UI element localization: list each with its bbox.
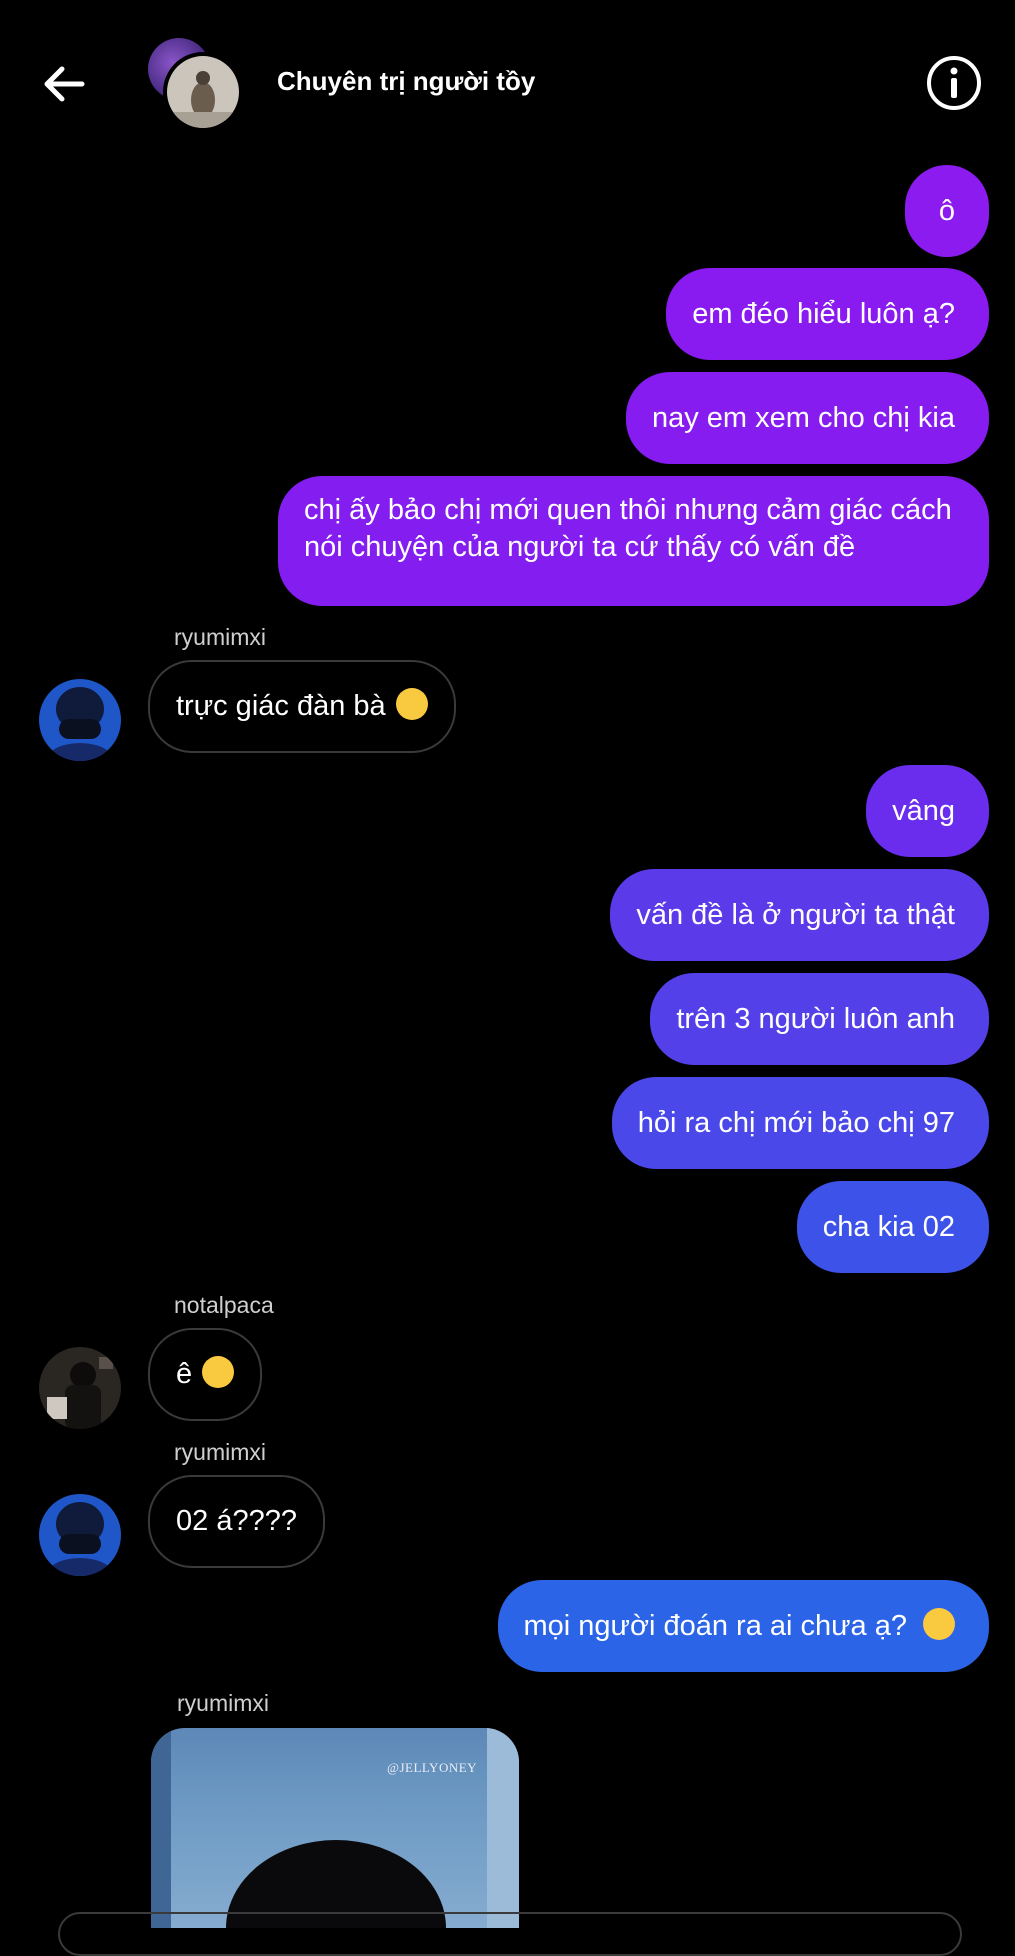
- message-text: mọi người đoán ra ai chưa ạ?: [523, 1610, 908, 1642]
- message-text: trực giác đàn bà: [176, 690, 386, 722]
- message-text: cha kia 02: [822, 1211, 955, 1243]
- sender-name: ryumimxi: [177, 1690, 269, 1716]
- message-text: hỏi ra chị mới bảo chị 97: [637, 1107, 955, 1139]
- back-arrow-icon[interactable]: [38, 58, 90, 110]
- outgoing-message[interactable]: hỏi ra chị mới bảo chị 97: [611, 1077, 989, 1169]
- message-text: vâng: [892, 795, 955, 827]
- incoming-message[interactable]: ê: [148, 1328, 263, 1421]
- message-text: trên 3 người luôn anh: [676, 1003, 955, 1035]
- chat-title[interactable]: Chuyên trị người tồy: [277, 66, 535, 97]
- outgoing-message[interactable]: vấn đề là ở người ta thật: [610, 869, 989, 961]
- outgoing-message[interactable]: mọi người đoán ra ai chưa ạ?: [497, 1580, 989, 1672]
- outgoing-message[interactable]: nay em xem cho chị kia: [625, 372, 989, 464]
- message-text: chị ấy bảo chị mới quen thôi nhưng cảm g…: [304, 494, 952, 563]
- sender-name: ryumimxi: [174, 624, 266, 650]
- message-composer[interactable]: [58, 1912, 962, 1956]
- message-text: ê: [176, 1358, 193, 1390]
- sender-name: notalpaca: [174, 1292, 274, 1318]
- sender-name: ryumimxi: [174, 1439, 266, 1465]
- sender-avatar[interactable]: [39, 1347, 121, 1429]
- message-text: vấn đề là ở người ta thật: [636, 899, 955, 931]
- sender-avatar[interactable]: [39, 1494, 121, 1576]
- info-icon[interactable]: [925, 54, 983, 112]
- outgoing-message[interactable]: chị ấy bảo chị mới quen thôi nhưng cảm g…: [278, 476, 989, 606]
- incoming-message[interactable]: 02 á????: [148, 1475, 325, 1568]
- shared-photo[interactable]: @JELLYONEY: [151, 1728, 519, 1928]
- tired-face-icon: [202, 1356, 235, 1388]
- photo-watermark: @JELLYONEY: [387, 1760, 478, 1775]
- group-avatar-primary[interactable]: [163, 52, 243, 132]
- message-text: 02 á????: [176, 1505, 297, 1537]
- outgoing-message[interactable]: vâng: [866, 765, 989, 857]
- message-text: ô: [938, 195, 955, 227]
- kissing-face-icon: [923, 1608, 955, 1640]
- sneezing-face-icon: [395, 688, 428, 720]
- message-text: nay em xem cho chị kia: [651, 402, 955, 434]
- sender-avatar[interactable]: [39, 679, 121, 761]
- outgoing-message[interactable]: trên 3 người luôn anh: [650, 973, 989, 1065]
- chat-header: Chuyên trị người tồy: [0, 0, 1015, 165]
- outgoing-message[interactable]: em đéo hiểu luôn ạ?: [666, 268, 989, 360]
- outgoing-message[interactable]: cha kia 02: [796, 1181, 989, 1273]
- message-text: em đéo hiểu luôn ạ?: [692, 298, 955, 330]
- incoming-message[interactable]: trực giác đàn bà: [148, 660, 456, 753]
- outgoing-message[interactable]: ô: [904, 165, 989, 257]
